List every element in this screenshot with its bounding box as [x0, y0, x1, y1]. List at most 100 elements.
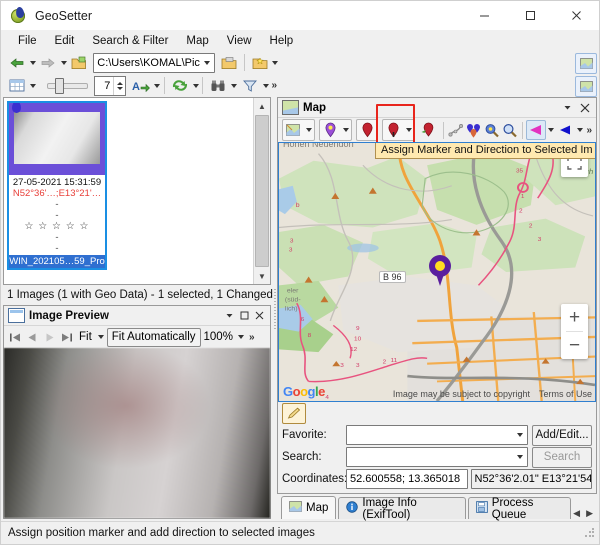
chevron-down-icon[interactable]: [561, 101, 574, 114]
window-controls: [461, 1, 599, 30]
thumbnail-list[interactable]: 27-05-2021 15:31:59 N52°36'…;E13°21'… - …: [3, 97, 271, 285]
last-image-icon[interactable]: [58, 328, 75, 346]
multiple-markers-icon[interactable]: [465, 121, 483, 139]
sort-dropdown-icon[interactable]: [153, 76, 161, 96]
minimize-icon[interactable]: [461, 1, 507, 30]
direction-blue-dropdown-icon[interactable]: [575, 120, 585, 140]
binoculars-icon[interactable]: [206, 75, 230, 97]
tracks-icon[interactable]: [447, 121, 465, 139]
fit-automatically-button[interactable]: Fit Automatically: [107, 328, 201, 347]
maximize-icon[interactable]: [507, 1, 553, 30]
chevron-down-icon[interactable]: [512, 433, 527, 437]
map-panel-header: Map: [278, 98, 596, 118]
thumbnail-rating[interactable]: ☆ ☆ ☆ ☆ ☆: [10, 221, 104, 232]
zoom-level-value[interactable]: 100%: [201, 331, 236, 343]
sort-icon[interactable]: A: [129, 75, 153, 97]
forward-arrow-icon[interactable]: [36, 52, 60, 74]
map-toolbar-overflow-icon[interactable]: »: [584, 125, 596, 136]
map-type-dropdown-icon[interactable]: [303, 120, 314, 140]
favorite-combo[interactable]: [346, 425, 528, 445]
refresh-icon[interactable]: [168, 75, 192, 97]
previous-image-icon[interactable]: [24, 328, 41, 346]
toolbar-overflow-icon[interactable]: »: [269, 80, 279, 91]
goto-marker-icon[interactable]: [419, 121, 437, 139]
table-view-dropdown-icon[interactable]: [29, 76, 37, 96]
refresh-dropdown-icon[interactable]: [192, 76, 200, 96]
close-icon[interactable]: [553, 1, 599, 30]
assign-marker-direction-dropdown-icon[interactable]: [403, 120, 414, 140]
toolbar-right-button-2[interactable]: [575, 76, 597, 97]
preview-overflow-icon[interactable]: »: [247, 332, 257, 343]
scroll-up-icon[interactable]: ▲: [254, 98, 270, 114]
back-arrow-icon[interactable]: [5, 52, 29, 74]
tab-scroll-left-icon[interactable]: ◀: [573, 508, 580, 519]
menu-help[interactable]: Help: [261, 33, 303, 49]
coordinates-decimal-input[interactable]: 52.600558; 13.365018: [346, 469, 468, 489]
violet-marker-icon[interactable]: [320, 121, 340, 139]
zoom-out-button[interactable]: −: [561, 332, 588, 359]
map-zoom-controls[interactable]: + −: [561, 304, 588, 359]
image-preview-panel: Image Preview: [3, 305, 271, 519]
chevron-down-icon[interactable]: [512, 455, 527, 459]
toolbar-right-button-1[interactable]: [575, 53, 597, 74]
image-count-status: 1 Images (1 with Geo Data) - 1 selected,…: [1, 285, 273, 305]
add-edit-button[interactable]: Add/Edit...: [532, 425, 592, 446]
thumbnail-scrollbar[interactable]: ▲ ▼: [253, 98, 270, 284]
direction-pink-icon[interactable]: [526, 120, 546, 140]
zoom-in-button[interactable]: +: [561, 304, 588, 331]
table-view-icon[interactable]: [5, 75, 29, 97]
direction-pink-dropdown-icon[interactable]: [546, 120, 556, 140]
binoculars-dropdown-icon[interactable]: [230, 76, 238, 96]
zoom-dropdown-icon[interactable]: [236, 327, 247, 347]
folder-path-combo[interactable]: C:\Users\KOMAL\Pictur: [93, 53, 215, 73]
chevron-down-icon[interactable]: [200, 61, 214, 65]
tab-image-info[interactable]: Image Info (ExifTool): [338, 497, 465, 519]
search-input[interactable]: [346, 447, 528, 467]
forward-dropdown-icon[interactable]: [60, 53, 67, 73]
next-image-icon[interactable]: [41, 328, 58, 346]
map-canvas[interactable]: 3512 233 368 91012 332 114 Buch eler (sü…: [278, 142, 596, 402]
map-type-icon[interactable]: [283, 121, 303, 139]
search-location-icon[interactable]: [483, 121, 501, 139]
marker-direction-icon[interactable]: [383, 121, 403, 139]
back-dropdown-icon[interactable]: [29, 53, 36, 73]
zoom-search-icon[interactable]: [501, 121, 519, 139]
fit-dropdown-icon[interactable]: [96, 327, 107, 347]
first-image-icon[interactable]: [7, 328, 24, 346]
pencil-edit-icon[interactable]: [282, 403, 306, 424]
thumbnail-size-slider[interactable]: [41, 77, 90, 95]
scrollbar-thumb[interactable]: [255, 115, 269, 267]
menu-search-filter[interactable]: Search & Filter: [83, 33, 177, 49]
maximize-icon[interactable]: [238, 309, 251, 322]
tab-scroll-right-icon[interactable]: ▶: [586, 508, 593, 519]
thumbnail-item[interactable]: 27-05-2021 15:31:59 N52°36'…;E13°21'… - …: [7, 101, 107, 270]
close-icon[interactable]: [253, 309, 266, 322]
search-button[interactable]: Search: [532, 447, 592, 468]
red-marker-icon[interactable]: [357, 121, 377, 139]
close-icon[interactable]: [578, 101, 591, 114]
menu-map[interactable]: Map: [177, 33, 217, 49]
violet-marker-dropdown-icon[interactable]: [340, 120, 351, 140]
direction-blue-icon[interactable]: [556, 121, 574, 139]
favorite-folder-dropdown-icon[interactable]: [272, 53, 279, 73]
menu-file[interactable]: File: [9, 33, 46, 49]
favorite-folder-icon[interactable]: [248, 52, 272, 74]
tab-map[interactable]: Map: [281, 496, 336, 519]
menu-edit[interactable]: Edit: [46, 33, 84, 49]
scroll-down-icon[interactable]: ▼: [254, 268, 270, 284]
terms-of-use-link[interactable]: Terms of Use: [539, 389, 592, 399]
assign-marker-direction-group[interactable]: [382, 119, 415, 141]
funnel-dropdown-icon[interactable]: [262, 76, 270, 96]
save-folder-icon[interactable]: [217, 52, 241, 74]
open-folder-icon[interactable]: [67, 52, 91, 74]
chevron-down-icon[interactable]: [223, 309, 236, 322]
fit-label[interactable]: Fit: [75, 331, 96, 343]
menu-view[interactable]: View: [218, 33, 261, 49]
position-marker[interactable]: [429, 255, 451, 285]
funnel-icon[interactable]: [238, 75, 262, 97]
resize-grip-icon[interactable]: [584, 527, 596, 539]
app-icon: [10, 7, 28, 25]
tab-process-queue-label: Process Queue: [492, 497, 563, 521]
tab-process-queue[interactable]: Process Queue: [468, 497, 571, 519]
thumbnail-size-stepper[interactable]: 7: [94, 76, 127, 96]
